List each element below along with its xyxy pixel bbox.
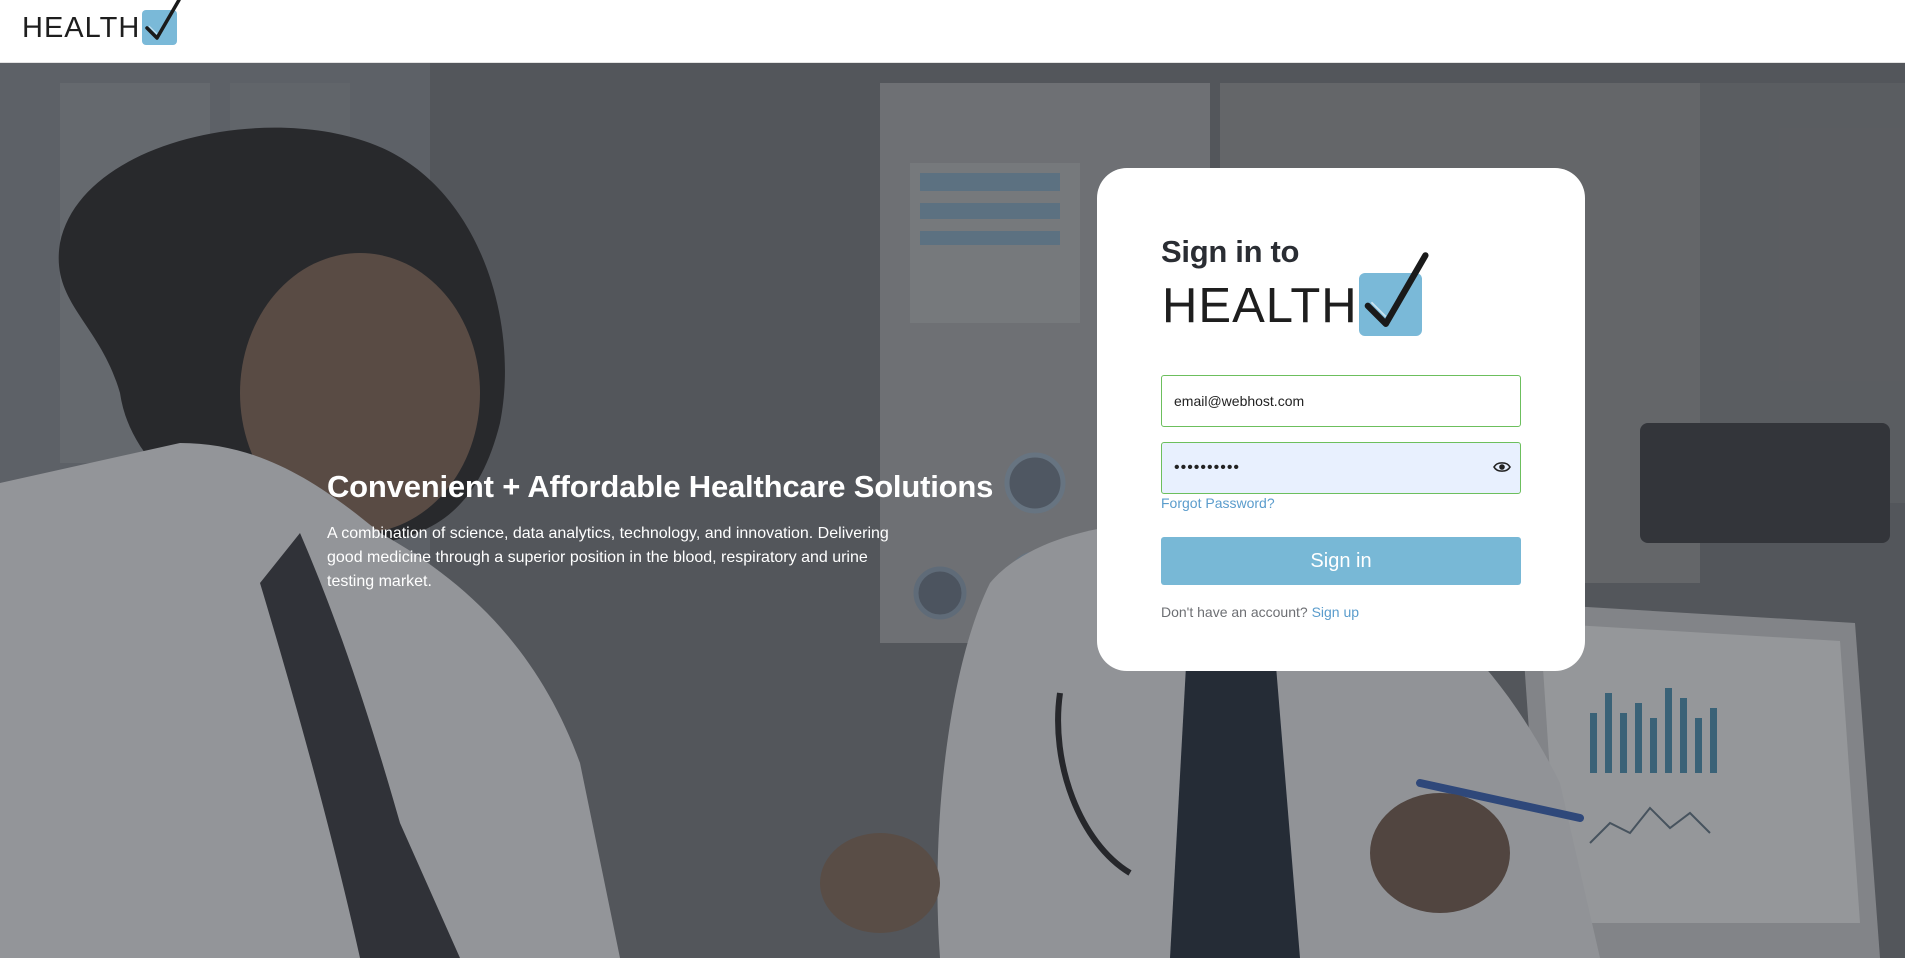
top-navbar: HEALTH — [0, 0, 1905, 63]
health-logo[interactable]: HEALTH — [22, 0, 182, 45]
signup-prompt: Don't have an account? Sign up — [1161, 604, 1359, 620]
signup-link[interactable]: Sign up — [1312, 604, 1359, 620]
eye-icon[interactable] — [1493, 460, 1511, 474]
hero-tagline: Convenient + Affordable Healthcare Solut… — [327, 468, 1027, 594]
checkmark-icon — [1358, 252, 1429, 336]
signin-title: Sign in to — [1161, 234, 1300, 269]
card-health-logo: HEALTH — [1162, 252, 1429, 336]
email-input[interactable] — [1162, 376, 1520, 426]
email-field[interactable] — [1161, 375, 1521, 427]
forgot-password-link[interactable]: Forgot Password? — [1161, 495, 1275, 511]
no-account-text: Don't have an account? — [1161, 604, 1308, 620]
signin-card: Sign in to HEALTH Forgot Password? Sign … — [1097, 168, 1585, 671]
password-field[interactable] — [1161, 442, 1521, 494]
logo-text: HEALTH — [22, 12, 141, 44]
signin-button[interactable]: Sign in — [1161, 537, 1521, 585]
hero-description: A combination of science, data analytics… — [327, 525, 889, 590]
hero-headline: Convenient + Affordable Healthcare Solut… — [327, 469, 994, 504]
checkmark-icon — [142, 0, 182, 45]
card-logo-text: HEALTH — [1162, 279, 1358, 333]
hero-section: Convenient + Affordable Healthcare Solut… — [0, 63, 1905, 958]
password-input[interactable] — [1162, 443, 1520, 493]
